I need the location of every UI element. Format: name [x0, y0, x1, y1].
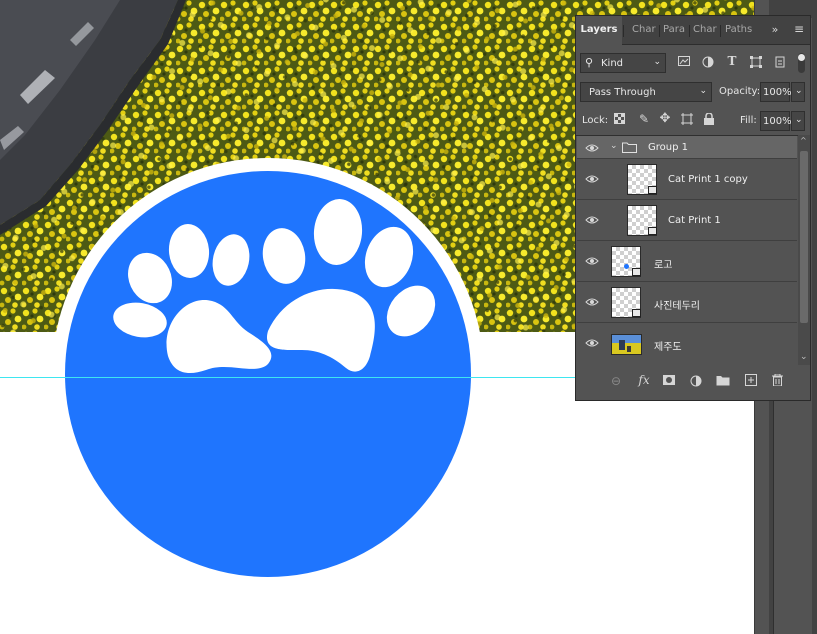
layer-row-photo-border[interactable]: 사진테두리	[577, 282, 797, 323]
layer-row-logo[interactable]: 로고	[577, 241, 797, 282]
fx-icon[interactable]: fx	[636, 373, 652, 387]
chevron-down-icon[interactable]: ⌄	[610, 141, 618, 151]
chevron-up-icon[interactable]: ^	[800, 136, 807, 145]
eye-icon[interactable]	[585, 215, 599, 225]
layers-panel[interactable]: Layers Char Para Char Paths » ≡ ⚲ Kind ⌄…	[575, 15, 811, 401]
fill-value: 100%	[763, 116, 792, 127]
filter-toggle-switch[interactable]	[798, 53, 805, 73]
pixel-filter-icon[interactable]	[677, 56, 691, 68]
eye-icon[interactable]	[585, 256, 599, 266]
chevron-down-icon: ⌄	[699, 86, 707, 96]
expand-panels-icon[interactable]: »	[768, 23, 782, 36]
filter-kind-label: Kind	[601, 58, 624, 69]
paw-logo[interactable]	[56, 156, 496, 586]
opacity-label: Opacity:	[719, 86, 761, 97]
fill-dropdown-button[interactable]: ⌄	[791, 111, 805, 131]
lock-artboard-icon[interactable]	[680, 113, 694, 125]
layer-row-group-1[interactable]: ⌄ Group 1	[577, 136, 797, 159]
chevron-down-icon: ⌄	[653, 57, 661, 67]
new-group-icon[interactable]	[716, 375, 730, 387]
tab-divider	[689, 25, 690, 37]
blend-mode-select[interactable]: Pass Through ⌄	[580, 82, 712, 102]
opacity-value: 100%	[763, 87, 792, 98]
layer-name: 사진테두리	[654, 301, 700, 312]
search-icon: ⚲	[585, 56, 594, 69]
fill-field[interactable]: 100%	[760, 111, 792, 131]
tab-divider	[623, 25, 624, 37]
fill-label: Fill:	[740, 115, 757, 126]
adjustment-layer-icon[interactable]	[689, 375, 703, 387]
chevron-down-icon: ⌄	[795, 86, 803, 96]
smart-object-filter-icon[interactable]	[773, 56, 787, 68]
layers-list: ⌄ Group 1 Cat Print 1 copy Cat Print 1 로…	[576, 135, 798, 366]
tab-paragraph[interactable]: Para	[663, 16, 687, 44]
layer-name: 로고	[654, 260, 673, 271]
delete-layer-icon[interactable]	[770, 373, 784, 387]
layer-row-cat-print-1-copy[interactable]: Cat Print 1 copy	[577, 159, 797, 200]
eye-icon[interactable]	[585, 338, 599, 348]
lock-image-pixels-icon[interactable]: ✎	[637, 112, 651, 126]
lock-label: Lock:	[582, 115, 609, 126]
smart-object-badge-icon	[632, 268, 641, 276]
layer-name: Group 1	[648, 142, 688, 153]
opacity-field[interactable]: 100%	[760, 82, 792, 102]
eye-icon[interactable]	[585, 143, 599, 153]
link-layers-icon[interactable]: ⊖	[609, 374, 623, 388]
smart-object-badge-icon	[648, 227, 657, 235]
layer-row-cat-print-1[interactable]: Cat Print 1	[577, 200, 797, 241]
filter-kind-select[interactable]: ⚲ Kind ⌄	[580, 53, 666, 73]
smart-object-badge-icon	[632, 309, 641, 317]
tab-paths[interactable]: Paths	[725, 16, 755, 44]
new-layer-icon[interactable]	[744, 374, 758, 386]
tab-divider	[720, 25, 721, 37]
eye-icon[interactable]	[585, 174, 599, 184]
add-mask-icon[interactable]	[662, 375, 676, 387]
eye-icon[interactable]	[585, 297, 599, 307]
layer-name: Cat Print 1	[668, 215, 721, 226]
layer-name: 제주도	[654, 342, 682, 353]
chevron-down-icon[interactable]: ⌄	[800, 352, 808, 362]
chevron-down-icon: ⌄	[795, 115, 803, 125]
tab-layers[interactable]: Layers	[576, 16, 622, 45]
opacity-dropdown-button[interactable]: ⌄	[791, 82, 805, 102]
folder-icon	[622, 142, 637, 153]
layer-name: Cat Print 1 copy	[668, 174, 748, 185]
shape-filter-icon[interactable]	[749, 56, 763, 68]
lock-position-icon[interactable]: ✥	[658, 111, 672, 126]
adjustment-filter-icon[interactable]	[701, 56, 715, 68]
tab-divider	[659, 25, 660, 37]
layers-bottom-toolbar: ⊖ fx	[576, 368, 810, 398]
lock-all-icon[interactable]	[703, 112, 715, 125]
lock-transparent-pixels-icon[interactable]	[613, 113, 625, 125]
blend-mode-label: Pass Through	[589, 87, 656, 98]
tab-character-styles[interactable]: Char	[693, 16, 717, 44]
panel-tabs: Layers Char Para Char Paths » ≡	[576, 16, 810, 45]
panel-menu-icon[interactable]: ≡	[792, 22, 806, 36]
layer-thumbnail-photo	[611, 334, 642, 355]
type-filter-icon[interactable]: T	[725, 54, 739, 68]
layer-row-jeju[interactable]: 제주도	[577, 323, 797, 364]
tab-character[interactable]: Char	[632, 16, 657, 44]
smart-object-badge-icon	[648, 186, 657, 194]
layers-scrollbar-thumb[interactable]	[800, 151, 808, 323]
